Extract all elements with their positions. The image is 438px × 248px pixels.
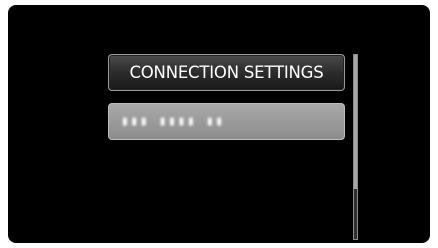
menu-item-label: CONNECTION SETTINGS xyxy=(129,63,324,82)
menu-item-connection-settings[interactable]: CONNECTION SETTINGS xyxy=(108,54,345,91)
menu-item-obscured-value[interactable]: ▮▮▮ ▮▮▮▮ ▮▮ xyxy=(108,103,345,140)
obscured-value-text: ▮▮▮ ▮▮▮▮ ▮▮ xyxy=(121,114,225,129)
camera-menu-screen: CONNECTION SETTINGS ▮▮▮ ▮▮▮▮ ▮▮ xyxy=(8,5,430,243)
scrollbar-thumb[interactable] xyxy=(354,55,357,189)
scrollbar[interactable] xyxy=(353,54,358,240)
